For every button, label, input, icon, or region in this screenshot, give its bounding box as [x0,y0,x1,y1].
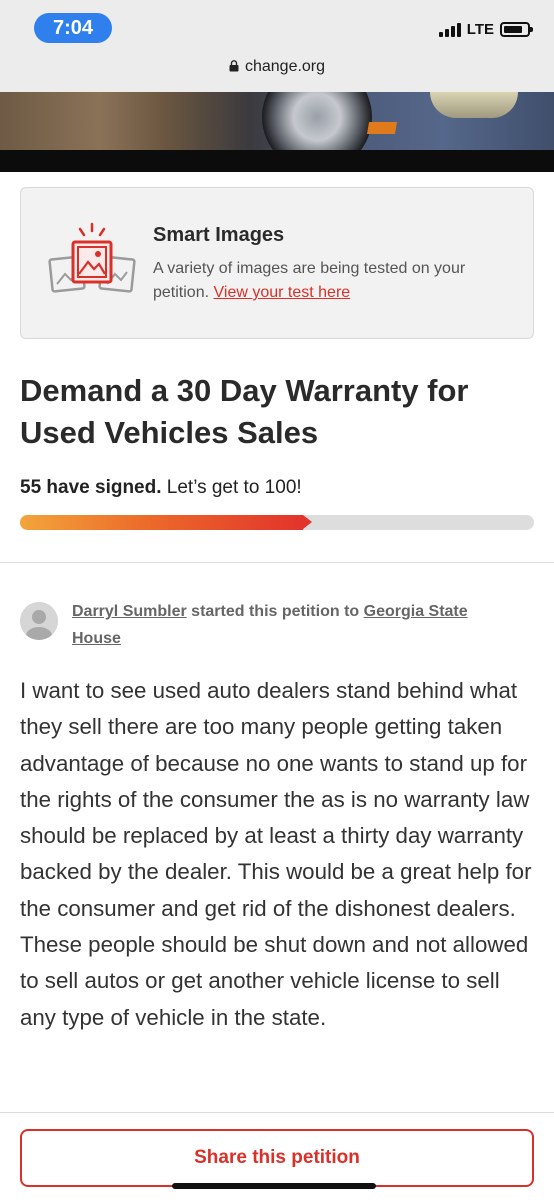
smart-images-icon [48,222,136,293]
petition-starter-line: Darryl Sumbler started this petition to … [72,598,512,652]
signature-count: 55 have signed. Let’s get to 100! [20,477,302,499]
smart-images-title: Smart Images [153,224,285,246]
smart-images-card: Smart Images A variety of images are bei… [20,187,534,339]
status-time: 7:04 [34,13,112,43]
section-divider [0,562,554,563]
user-icon [20,602,58,640]
signed-count-text: 55 have signed. [20,477,162,498]
avatar [20,602,58,640]
hero-image-bottom-bar [0,150,554,172]
signal-icon [438,22,461,37]
lock-icon [229,60,239,72]
status-icons: LTE [438,21,533,38]
progress-fill [20,515,303,530]
url-text: change.org [244,58,326,75]
battery-icon [500,22,533,37]
home-indicator [172,1183,376,1189]
status-bar: 7:04 LTE change.org [0,0,554,92]
smart-images-description: A variety of images are being tested on … [153,257,523,305]
address-bar[interactable]: change.org [0,58,554,76]
petition-description: I want to see used auto dealers stand be… [20,678,532,1030]
network-type: LTE [466,21,494,38]
starter-name-link[interactable]: Darryl Sumbler [72,603,187,620]
progress-tip [303,515,312,529]
view-test-link[interactable]: View your test here [214,284,351,301]
started-text: started this petition to [191,603,360,620]
goal-text: Let’s get to 100! [166,477,302,498]
petition-title: Demand a 30 Day Warranty for Used Vehicl… [20,373,469,450]
petition-hero-image [0,92,554,150]
share-petition-button[interactable]: Share this petition [20,1129,534,1187]
signature-progress-bar [20,515,534,530]
